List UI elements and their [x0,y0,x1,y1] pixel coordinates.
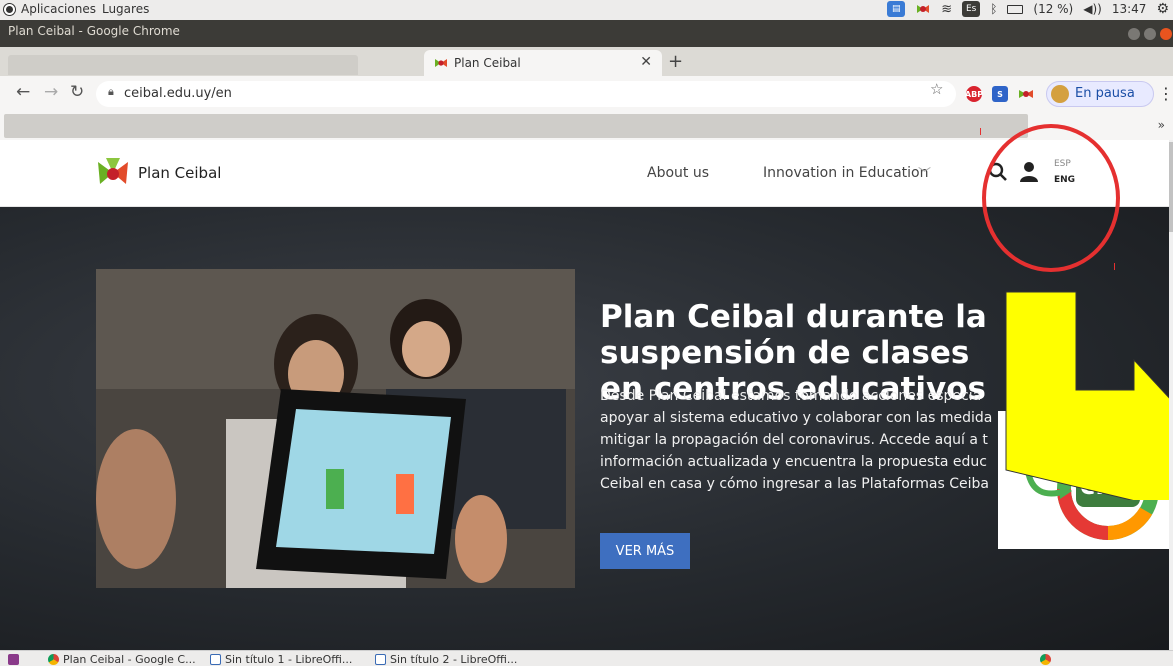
window-title: Plan Ceibal - Google Chrome [8,24,180,38]
battery-icon[interactable] [1007,4,1024,14]
taskbar: Plan Ceibal - Google C... Sin título 1 -… [0,650,1173,666]
url-text[interactable]: ceibal.edu.uy/en [124,86,232,101]
address-bar[interactable]: 🔒︎ ceibal.edu.uy/en [96,81,956,107]
show-desktop-button[interactable] [8,652,19,666]
bookmark-star-icon[interactable]: ☆ [930,80,943,98]
clock[interactable]: 13:47 [1112,2,1147,16]
hero-image [96,269,575,588]
close-window-button[interactable] [1160,28,1172,40]
keyboard-layout-indicator[interactable]: Es [962,1,981,17]
taskbar-item-libreoffice-2[interactable]: Sin título 2 - LibreOffi... [375,652,517,666]
logo-text[interactable]: Plan Ceibal [138,164,221,182]
taskbar-item-label: Plan Ceibal - Google C... [63,652,196,666]
back-arrow-icon[interactable]: ← [16,82,30,102]
settings-gear-icon[interactable]: ⚙ [1156,1,1169,17]
bookmarks-bar: » [0,112,1173,140]
avatar [1051,85,1069,103]
menu-kebab-icon[interactable]: ⋮ [1158,84,1173,103]
os-logo-icon[interactable] [4,3,15,15]
writer-doc-icon [375,653,386,665]
chevron-down-icon[interactable]: ﹀ [918,163,931,182]
toolbar: ← → ↻ 🔒︎ ceibal.edu.uy/en ☆ ABP S En pau… [0,76,1173,112]
volume-icon[interactable]: ◀)) [1083,2,1102,16]
bookmarks-area [4,114,1028,138]
tab-plan-ceibal[interactable]: Plan Ceibal ✕ [424,50,662,76]
bookmarks-overflow-button[interactable]: » [1158,118,1165,132]
red-tick-mark [980,128,981,135]
lock-icon[interactable]: 🔒︎ [108,85,114,99]
yellow-arrow-annotation [1004,290,1173,511]
nav-innovation[interactable]: Innovation in Education [763,165,928,181]
close-tab-icon[interactable]: ✕ [640,54,652,70]
system-tray: ▤ ≋ Es ᛒ (12 %) ◀)) 13:47 ⚙ [887,1,1169,17]
os-menu: Aplicaciones Lugares [4,2,149,16]
ceibal-extension-icon[interactable] [1018,86,1034,102]
ceibal-logo-icon[interactable] [96,156,130,190]
profile-status-label: En pausa [1075,86,1135,101]
minimize-button[interactable] [1128,28,1140,40]
writer-doc-icon [210,653,221,665]
favicon-ceibal-icon [434,56,448,70]
taskbar-item-libreoffice-1[interactable]: Sin título 1 - LibreOffi... [210,652,352,666]
chrome-icon [48,653,59,665]
hero-body-text: Desde Plan Ceibal estamos tomando accion… [600,388,993,492]
scrollbar-thumb[interactable] [1169,142,1173,232]
maximize-button[interactable] [1144,28,1156,40]
os-top-panel: Aplicaciones Lugares ▤ ≋ Es ᛒ (12 %) ◀))… [0,0,1173,20]
window-title-bar: Plan Ceibal - Google Chrome [0,20,1173,47]
reload-icon[interactable]: ↻ [70,82,84,102]
applications-menu[interactable]: Aplicaciones [21,2,96,16]
chrome-tray-icon[interactable] [1040,652,1051,666]
red-circle-annotation [982,124,1120,272]
profile-paused-button[interactable]: En pausa [1046,81,1154,107]
taskbar-item-chrome[interactable]: Plan Ceibal - Google C... [48,652,196,666]
taskbar-item-label: Sin título 2 - LibreOffi... [390,652,518,666]
ceibal-tray-icon[interactable] [915,1,931,17]
tab-placeholder[interactable] [8,55,358,75]
nav-about-us[interactable]: About us [647,165,709,181]
tab-label: Plan Ceibal [454,56,521,70]
tab-strip: Plan Ceibal ✕ + [0,47,1173,76]
red-tick-mark [1114,263,1115,270]
adblock-extension-icon[interactable]: ABP [965,86,983,102]
s-extension-icon[interactable]: S [992,86,1008,102]
places-menu[interactable]: Lugares [102,2,149,16]
update-icon[interactable]: ▤ [887,1,906,17]
ver-mas-button[interactable]: VER MÁS [600,533,690,569]
wifi-icon[interactable]: ≋ [941,2,952,17]
battery-percentage: (12 %) [1033,2,1074,16]
bluetooth-icon[interactable]: ᛒ [990,2,997,16]
taskbar-item-label: Sin título 1 - LibreOffi... [225,652,353,666]
forward-arrow-icon[interactable]: → [44,82,58,102]
new-tab-button[interactable]: + [668,51,688,72]
